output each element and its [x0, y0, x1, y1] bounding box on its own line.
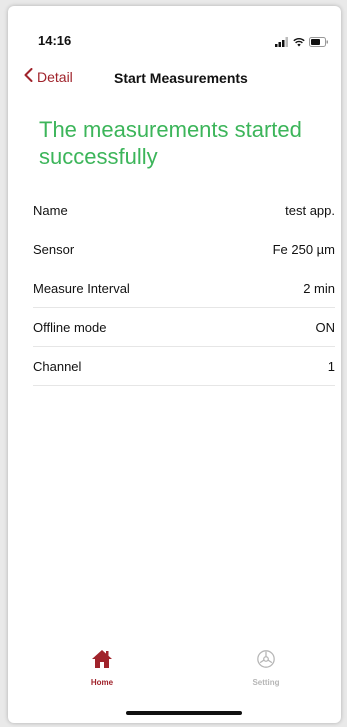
tab-bar: Home Setting	[8, 649, 341, 699]
status-bar: 14:16	[8, 6, 341, 66]
chevron-left-icon	[24, 68, 33, 85]
gear-icon	[255, 649, 277, 674]
navigation-bar: Detail Start Measurements	[8, 64, 341, 100]
back-button-label: Detail	[37, 68, 73, 85]
detail-label: Offline mode	[33, 319, 107, 335]
detail-row-measure-interval: Measure Interval 2 min	[33, 269, 335, 308]
tab-setting[interactable]: Setting	[236, 649, 296, 687]
tab-home-label: Home	[90, 678, 114, 687]
signal-icon	[275, 34, 289, 52]
detail-label: Measure Interval	[33, 280, 130, 296]
detail-row-channel: Channel 1	[33, 347, 335, 386]
detail-row-sensor: Sensor Fe 250 µm	[33, 230, 335, 269]
success-message: The measurements started successfully	[39, 117, 302, 169]
tab-setting-label: Setting	[252, 678, 280, 687]
detail-row-offline-mode: Offline mode ON	[33, 308, 335, 347]
battery-icon	[309, 34, 329, 52]
detail-value: ON	[315, 319, 336, 335]
detail-label: Channel	[33, 358, 82, 374]
detail-label: Sensor	[33, 241, 75, 257]
measurement-details: Name test app. Sensor Fe 250 µm Measure …	[33, 191, 335, 386]
detail-value: Fe 250 µm	[272, 241, 335, 257]
home-icon	[91, 649, 113, 674]
phone-screen: 14:16 Detail Start Measurements The meas…	[8, 6, 341, 723]
detail-label: Name	[33, 202, 68, 218]
detail-value: test app.	[285, 202, 335, 218]
status-time: 14:16	[38, 33, 72, 48]
home-indicator	[126, 711, 242, 715]
page-title: Start Measurements	[114, 70, 248, 86]
detail-value: 2 min	[303, 280, 335, 296]
status-icons	[275, 34, 329, 52]
wifi-icon	[293, 34, 305, 52]
back-button[interactable]: Detail	[24, 68, 73, 85]
detail-row-name: Name test app.	[33, 191, 335, 230]
detail-value: 1	[327, 358, 335, 374]
tab-home[interactable]: Home	[72, 649, 132, 687]
